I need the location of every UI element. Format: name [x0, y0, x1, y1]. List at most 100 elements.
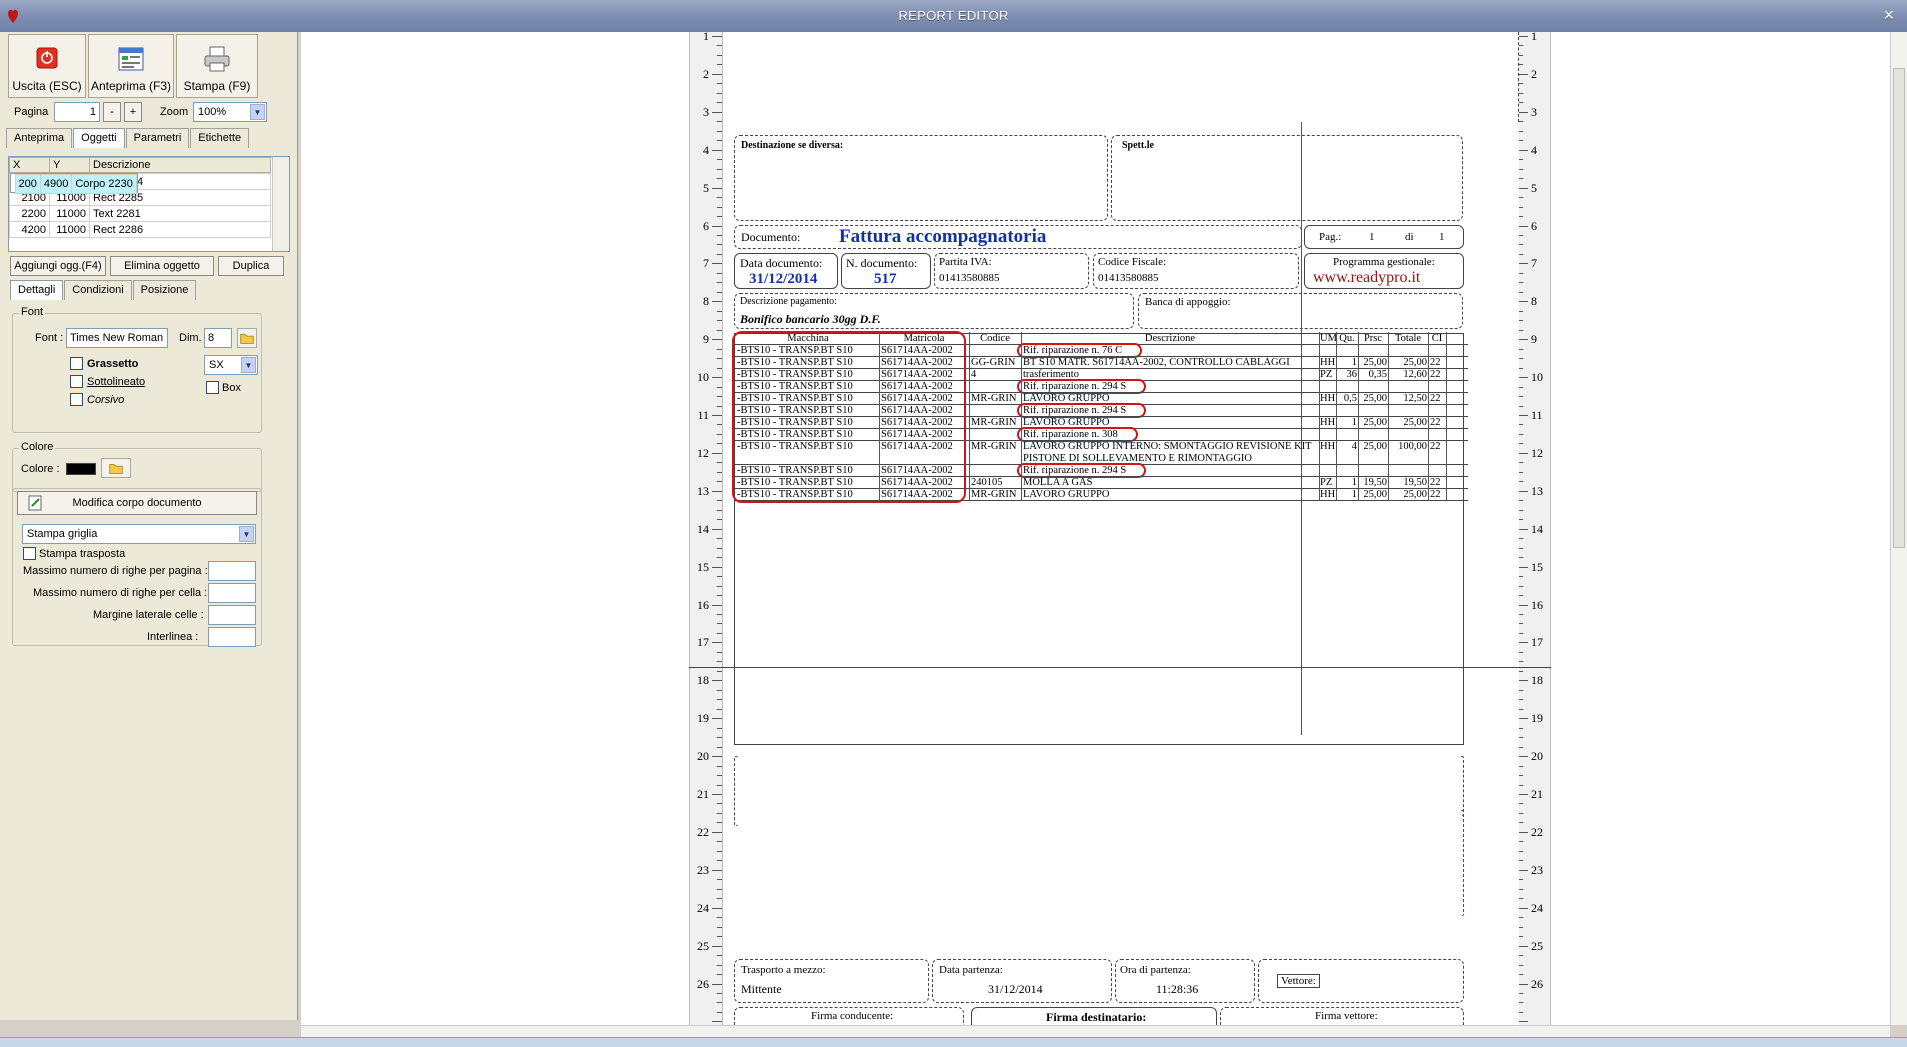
carrier-box[interactable]: Vettore: [1258, 959, 1464, 1003]
max-rows-page-input[interactable] [208, 561, 256, 581]
departure-time-box[interactable]: Ora di partenza: 11:28:36 [1115, 959, 1255, 1003]
transpose-checkbox[interactable] [23, 547, 36, 560]
col-x[interactable]: X [9, 157, 50, 173]
tab-etichette[interactable]: Etichette [190, 128, 250, 148]
dim-input[interactable] [204, 328, 232, 348]
table-cell: Totale [1394, 333, 1422, 344]
report-page[interactable]: Destinazione se diversa: Spett.le Docume… [723, 32, 1519, 1040]
ruler-tick [717, 462, 722, 464]
tab-dettagli[interactable]: Dettagli [10, 280, 64, 300]
close-icon[interactable]: ✕ [1879, 5, 1899, 25]
margin-input[interactable] [208, 605, 256, 625]
font-input[interactable] [66, 328, 168, 348]
grid-scrollbar[interactable] [272, 157, 289, 251]
col-descrizione[interactable]: Descrizione [89, 157, 271, 173]
bold-checkbox[interactable] [70, 357, 83, 370]
tab-posizione[interactable]: Posizione [132, 280, 197, 300]
page-label: Pagina [14, 106, 49, 118]
table-cell: 1 [1351, 417, 1357, 428]
ruler-tick [712, 1021, 722, 1023]
underline-checkbox[interactable] [70, 375, 83, 388]
tab-condizioni[interactable]: Condizioni [64, 280, 132, 300]
print-mode-select[interactable]: Stampa griglia ▼ [22, 524, 256, 544]
transport-label: Trasporto a mezzo: [741, 964, 826, 976]
ruler-tick [717, 623, 722, 625]
color-swatch[interactable] [66, 463, 96, 475]
ruler-tick [717, 1011, 722, 1013]
delete-object-button[interactable]: Elimina oggetto [110, 256, 214, 276]
ruler-number: 14 [1531, 521, 1543, 536]
ruler-tick [717, 803, 722, 805]
box-checkbox[interactable] [206, 381, 219, 394]
chevron-down-icon[interactable]: ▼ [241, 357, 256, 373]
cell-desc: Text 2281 [89, 205, 271, 222]
col-y[interactable]: Y [49, 157, 90, 173]
table-row[interactable]: 200 4900 Corpo 2230 [9, 173, 138, 194]
exit-button[interactable]: Uscita (ESC) [8, 34, 86, 98]
table-row[interactable]: 4200 11000 Rect 2286 [9, 221, 271, 238]
num-doc-box[interactable]: N. documento: 517 [841, 253, 931, 289]
preview-button[interactable]: Anteprima (F3) [88, 34, 174, 98]
tab-parametri[interactable]: Parametri [125, 128, 190, 148]
align-select[interactable]: SX ▼ [204, 355, 258, 375]
date-doc-box[interactable]: Data documento: 31/12/2014 [734, 253, 838, 289]
vat-box[interactable]: Partita IVA: 01413580885 [934, 253, 1089, 289]
column-divider [1336, 332, 1337, 501]
page-minus-button[interactable]: - [103, 102, 121, 122]
ruler-number: 11 [697, 408, 709, 422]
chevron-down-icon[interactable]: ▼ [250, 104, 265, 120]
horizontal-scrollbar[interactable] [301, 1025, 1890, 1037]
table-cell: 25,00 [1403, 417, 1427, 428]
ruler-tick [717, 879, 722, 881]
recipient-box[interactable]: Spett.le [1111, 135, 1463, 221]
ruler-number: 26 [697, 976, 709, 991]
date-doc-label: Data documento: [740, 256, 823, 270]
folder-icon[interactable] [237, 328, 257, 348]
bold-label: Grassetto [87, 358, 139, 370]
vertical-scrollbar[interactable] [1890, 32, 1907, 1025]
pag-value: 1 [1369, 231, 1375, 243]
table-cell: PZ [1320, 369, 1333, 380]
table-row[interactable]: 2200 11000 Text 2281 [9, 205, 271, 222]
departure-date-box[interactable]: Data partenza: 31/12/2014 [932, 959, 1112, 1003]
italic-checkbox[interactable] [70, 393, 83, 406]
chevron-down-icon[interactable]: ▼ [239, 526, 254, 542]
table-cell: 100,00 [1398, 441, 1427, 452]
program-box[interactable]: Programma gestionale: www.readypro.it [1304, 253, 1464, 289]
ruler-tick [717, 481, 722, 483]
tab-anteprima[interactable]: Anteprima [6, 128, 73, 148]
cell-x: 2200 [9, 205, 50, 222]
scroll-thumb[interactable] [1893, 68, 1905, 548]
page-plus-button[interactable]: + [124, 102, 142, 122]
ruler-number: 15 [1531, 559, 1543, 574]
page-input[interactable] [54, 102, 100, 122]
zoom-select[interactable]: 100% ▼ [193, 102, 267, 122]
ruler-number: 25 [697, 938, 709, 953]
di-value: 1 [1439, 231, 1445, 243]
ruler-tick [717, 689, 722, 691]
edit-body-button[interactable]: Modifica corpo documento [17, 491, 257, 515]
ruler-tick [717, 784, 722, 786]
print-button[interactable]: Stampa (F9) [176, 34, 258, 98]
line-spacing-input[interactable] [208, 627, 256, 647]
ruler-number: 13 [1531, 483, 1543, 498]
report-workspace[interactable]: 1 2 3 4 5 6 7 8 9 10 11 12 13 14 15 16 17 18 19 20 21 22 23 24 2… [301, 29, 1890, 1040]
tabs-detail: Dettagli Condizioni Posizione [10, 280, 197, 300]
page-count-box[interactable]: Pag.: 1 di 1 [1304, 225, 1464, 249]
add-object-button[interactable]: Aggiungi ogg.(F4) [10, 256, 106, 276]
ruler-tick [717, 367, 722, 369]
ruler-tick [1518, 528, 1528, 530]
departure-date-label: Data partenza: [939, 964, 1003, 976]
document-type-box[interactable]: Documento: Fattura accompagnatoria [734, 225, 1302, 249]
tab-oggetti[interactable]: Oggetti [73, 128, 125, 148]
folder-icon[interactable] [101, 458, 131, 478]
transport-box[interactable]: Trasporto a mezzo: Mittente [734, 959, 929, 1003]
destination-box[interactable]: Destinazione se diversa: [734, 135, 1108, 221]
box-label: Box [222, 382, 241, 394]
max-rows-cell-input[interactable] [208, 583, 256, 603]
tax-code-box[interactable]: Codice Fiscale: 01413580885 [1093, 253, 1299, 289]
ruler-right: 1 2 3 4 5 6 7 8 9 10 11 12 13 14 15 16 17 18 19 20 21 22 23 24 2… [1517, 29, 1551, 1025]
payment-box[interactable]: Descrizione pagamento: Bonifico bancario… [734, 293, 1134, 329]
duplicate-button[interactable]: Duplica [218, 256, 284, 276]
objects-grid[interactable]: X Y Descrizione 2004900Corpo 2230 150110… [8, 156, 290, 252]
